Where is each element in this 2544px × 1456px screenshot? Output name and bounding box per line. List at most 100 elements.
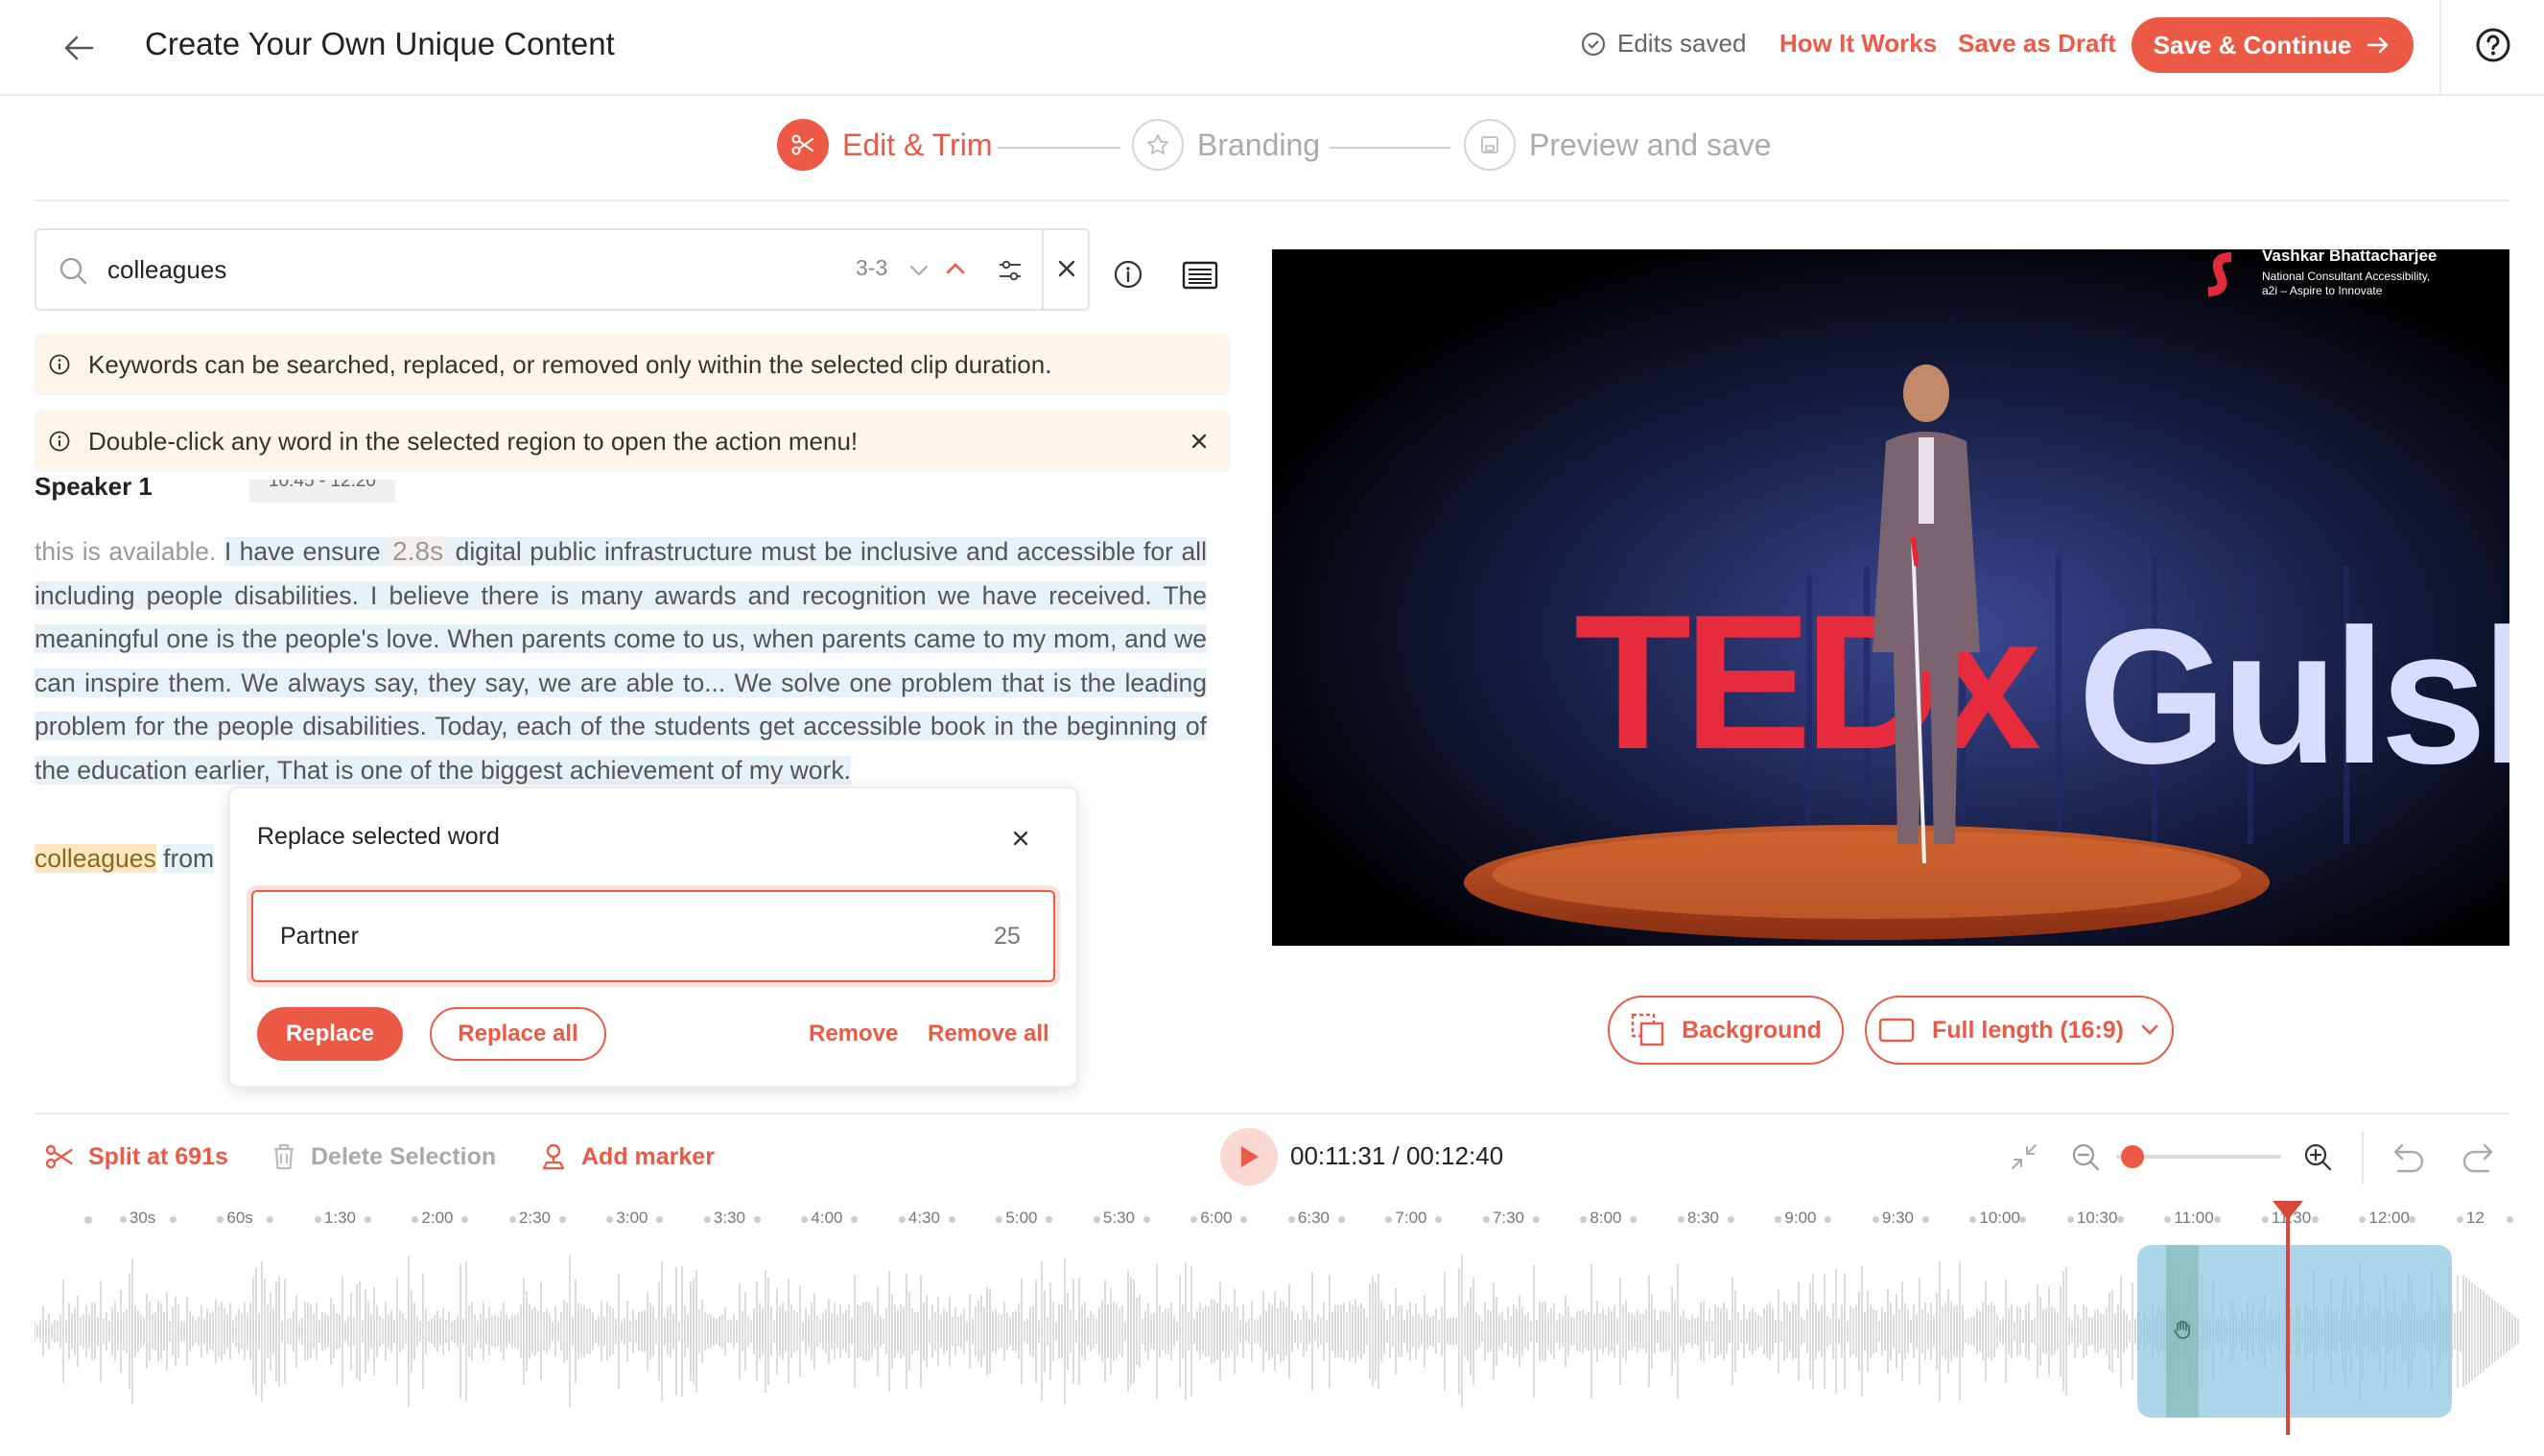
ruler-tick-label: 2:30 — [518, 1209, 551, 1227]
delete-label: Delete Selection — [311, 1142, 497, 1170]
back-arrow-icon[interactable] — [56, 25, 102, 71]
play-button[interactable] — [1220, 1128, 1278, 1186]
step-connector — [998, 147, 1120, 149]
transcript-word[interactable]: digital public infrastructure must be in… — [35, 537, 1207, 785]
ruler-dot — [2456, 1216, 2463, 1223]
background-button[interactable]: Background — [1608, 996, 1844, 1065]
sliders-icon[interactable] — [995, 255, 1025, 286]
ruler-tick-label: 10:00 — [1979, 1209, 2020, 1227]
ruler-dot — [2311, 1216, 2319, 1223]
close-icon[interactable] — [1007, 825, 1034, 852]
remove-all-button[interactable]: Remove all — [928, 1021, 1049, 1047]
chevron-down-icon[interactable] — [907, 261, 930, 280]
ruler-dot — [1825, 1216, 1832, 1223]
search-input[interactable] — [107, 251, 510, 288]
save-status-text: Edits saved — [1617, 29, 1747, 58]
ruler-tick-label: 60s — [226, 1209, 253, 1227]
collapse-icon[interactable] — [2009, 1141, 2039, 1172]
ruler-tick-label: 9:00 — [1784, 1209, 1817, 1227]
how-it-works-link[interactable]: How It Works — [1779, 29, 1937, 59]
ruler-dot — [1872, 1216, 1879, 1223]
ruler-dot — [2261, 1216, 2269, 1223]
playhead[interactable] — [2286, 1207, 2290, 1435]
playhead-marker-icon[interactable] — [2273, 1201, 2303, 1222]
info-icon[interactable] — [1113, 259, 1143, 290]
add-marker-button[interactable]: Add marker — [539, 1141, 715, 1172]
ruler-dot — [753, 1216, 761, 1223]
trash-icon — [274, 1143, 294, 1170]
close-icon[interactable] — [1053, 255, 1080, 282]
step-branding[interactable]: Branding — [1132, 119, 1320, 171]
aspect-ratio-dropdown[interactable]: Full length (16:9) — [1865, 996, 2174, 1065]
notice-text: Keywords can be searched, replaced, or r… — [88, 349, 1052, 379]
remove-button[interactable]: Remove — [809, 1021, 898, 1047]
ruler-dot — [996, 1216, 1003, 1223]
aspect-label: Full length (16:9) — [1932, 1016, 2124, 1044]
save-continue-button[interactable]: Save & Continue — [2132, 17, 2414, 73]
zoom-in-icon[interactable] — [2302, 1141, 2333, 1172]
ruler-dot — [2359, 1216, 2367, 1223]
replace-input[interactable] — [280, 917, 875, 955]
ruler-dot — [1385, 1216, 1393, 1223]
info-icon — [49, 431, 70, 452]
redo-icon[interactable] — [2460, 1139, 2496, 1174]
ruler-dot — [2409, 1216, 2416, 1223]
background-label: Background — [1682, 1016, 1822, 1044]
help-icon[interactable] — [2475, 27, 2511, 63]
transcript-word[interactable]: from — [163, 844, 215, 873]
header-divider — [2439, 0, 2441, 96]
close-icon[interactable] — [1186, 428, 1213, 455]
ruler-tick-label: 6:30 — [1297, 1209, 1330, 1227]
ruler-dot — [1580, 1216, 1588, 1223]
ruler-tick-label: 12 — [2465, 1209, 2485, 1227]
ruler-dot — [558, 1216, 566, 1223]
ruler-dot — [2506, 1216, 2513, 1223]
split-button[interactable]: Split at 691s — [44, 1141, 228, 1172]
save-continue-label: Save & Continue — [2153, 30, 2352, 59]
ruler-tick-label: 3:30 — [713, 1209, 745, 1227]
undo-icon[interactable] — [2391, 1139, 2427, 1174]
info-icon — [49, 354, 70, 375]
chevron-up-icon[interactable] — [944, 259, 967, 278]
ruler-tick-label: 2:00 — [421, 1209, 454, 1227]
search-divider — [1042, 230, 1044, 309]
step-preview[interactable]: Preview and save — [1464, 119, 1772, 171]
transcript-word[interactable]: this is available. — [35, 537, 216, 566]
ruler-dot — [84, 1216, 92, 1224]
ruler-dot — [1482, 1216, 1490, 1223]
match-count: 3-3 — [856, 255, 888, 280]
save-draft-link[interactable]: Save as Draft — [1958, 29, 2116, 59]
ruler-tick-label: 7:00 — [1395, 1209, 1427, 1227]
star-icon — [1132, 119, 1184, 171]
pause-marker[interactable]: 2.8s — [389, 536, 448, 566]
step-edit-trim[interactable]: Edit & Trim — [777, 119, 992, 171]
search-match-keyword[interactable]: colleagues — [35, 844, 156, 873]
save-status: Edits saved — [1581, 29, 1746, 59]
toolbar-divider — [2362, 1132, 2364, 1184]
layers-icon — [1631, 1013, 1664, 1046]
speaker-time: 10:45 - 12:20 — [249, 480, 395, 503]
timeline-ruler: 30s 60s 1:30 2:00 2:30 3:00 3:30 4:00 4:30 5:00 5:… — [0, 1207, 2544, 1235]
transcript-line: colleagues from — [35, 839, 215, 878]
zoom-out-icon[interactable] — [2070, 1141, 2101, 1172]
ruler-dot — [851, 1216, 859, 1223]
ruler-tick-label: 12:00 — [2368, 1209, 2410, 1227]
ruler-tick-label: 7:30 — [1492, 1209, 1524, 1227]
notice-keywords: Keywords can be searched, replaced, or r… — [35, 334, 1230, 395]
page-title: Create Your Own Unique Content — [145, 26, 615, 61]
transcript-selection[interactable]: I have ensure 2.8s digital public infras… — [35, 536, 1207, 785]
split-label: Split at 691s — [88, 1142, 228, 1170]
zoom-slider-thumb[interactable] — [2120, 1145, 2144, 1168]
ruler-dot — [656, 1216, 664, 1223]
ruler-dot — [461, 1216, 469, 1223]
ruler-tick-label: 5:30 — [1102, 1209, 1135, 1227]
ruler-dot — [508, 1216, 516, 1223]
video-player[interactable]: TEDx Gulsh Vashkar Bhattacharjee Nationa… — [1272, 249, 2509, 946]
replace-all-button[interactable]: Replace all — [430, 1007, 606, 1061]
subtitles-icon[interactable] — [1182, 261, 1218, 290]
ruler-dot — [703, 1216, 711, 1223]
replace-button[interactable]: Replace — [257, 1007, 403, 1061]
ruler-dot — [1093, 1216, 1100, 1223]
delete-selection-button[interactable]: Delete Selection — [271, 1141, 496, 1172]
transcript-word[interactable]: I have ensure — [224, 537, 381, 566]
